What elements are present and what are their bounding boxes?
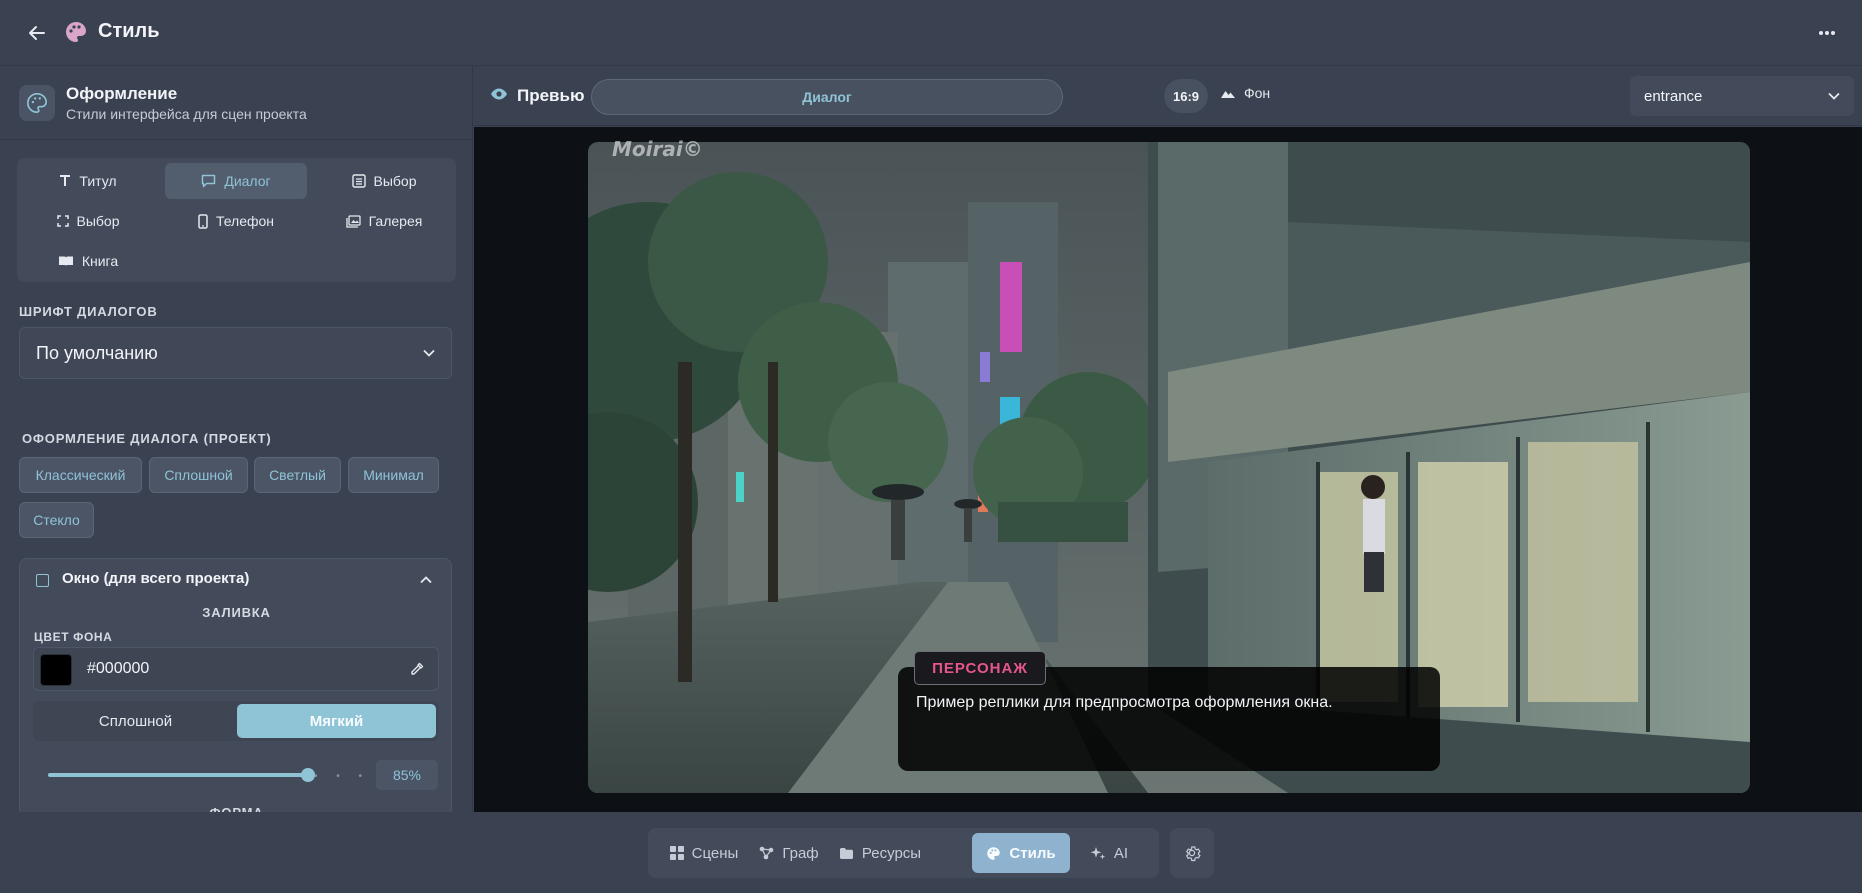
nav-label: Граф bbox=[782, 844, 819, 862]
tab-label: Галерея bbox=[368, 213, 423, 229]
focus-icon bbox=[56, 215, 69, 227]
book-icon bbox=[58, 256, 73, 266]
gear-icon bbox=[1185, 846, 1201, 862]
settings-button[interactable] bbox=[1170, 828, 1214, 878]
tab-label: Выбор bbox=[373, 173, 417, 189]
font-section-label: ШРИФТ ДИАЛОГОВ bbox=[19, 304, 158, 319]
preview-header: Превью Диалог 16:9 Фон entrance bbox=[474, 66, 1862, 126]
fill-mode-soft[interactable]: Мягкий bbox=[237, 704, 436, 738]
nav-ai[interactable]: AI bbox=[1078, 833, 1140, 873]
nav-graph[interactable]: Граф bbox=[754, 833, 824, 873]
text-icon bbox=[60, 175, 71, 186]
chevron-down-icon bbox=[1828, 92, 1840, 100]
sparkle-icon bbox=[1090, 847, 1106, 860]
palette-icon bbox=[64, 20, 90, 46]
aspect-ratio-button[interactable]: 16:9 bbox=[1164, 79, 1208, 113]
nav-label: AI bbox=[1113, 844, 1129, 862]
palette-icon bbox=[987, 846, 1001, 860]
dialog-line: Пример реплики для предпросмотра оформле… bbox=[916, 694, 1333, 711]
preset-light[interactable]: Светлый bbox=[254, 457, 341, 493]
slider-track bbox=[48, 773, 307, 777]
form-section-label: ФОРМА bbox=[0, 806, 473, 812]
collapse-button[interactable] bbox=[415, 569, 437, 591]
tab-label: Диалог bbox=[224, 173, 271, 189]
tab-title[interactable]: Титул bbox=[17, 163, 159, 199]
nav-label: Ресурсы bbox=[861, 844, 922, 862]
tab-dialog[interactable]: Диалог bbox=[165, 163, 307, 199]
nav-label: Стиль bbox=[1009, 844, 1056, 862]
tab-gallery[interactable]: Галерея bbox=[313, 203, 455, 239]
more-dots-icon bbox=[1819, 31, 1835, 35]
back-button[interactable] bbox=[22, 18, 52, 48]
phone-icon bbox=[198, 213, 208, 229]
nav-scenes[interactable]: Сцены bbox=[662, 833, 746, 873]
nav-resources[interactable]: Ресурсы bbox=[832, 833, 928, 873]
tab-label: Выбор bbox=[76, 213, 120, 229]
nav-label: Сцены bbox=[691, 844, 739, 862]
more-menu-button[interactable] bbox=[1812, 18, 1842, 48]
folder-icon bbox=[839, 848, 853, 859]
panel-title: Оформление bbox=[66, 84, 178, 103]
bottom-nav: Сцены Граф Ресурсы Стиль AI bbox=[648, 828, 1159, 878]
fill-section-label: ЗАЛИВКА bbox=[202, 605, 271, 620]
tab-label: Титул bbox=[79, 173, 117, 189]
tab-label: Книга bbox=[81, 253, 119, 269]
tab-label: Телефон bbox=[215, 213, 275, 229]
preset-glass[interactable]: Стекло bbox=[19, 502, 94, 538]
top-bar: Стиль bbox=[0, 0, 1862, 66]
dialog-font-value: По умолчанию bbox=[36, 342, 158, 363]
fill-mode-solid[interactable]: Сплошной bbox=[36, 704, 235, 738]
gallery-icon bbox=[345, 214, 361, 228]
watermark: Moirai© bbox=[612, 137, 703, 161]
tab-phone[interactable]: Телефон bbox=[165, 203, 307, 239]
slider-ticks: • • • bbox=[314, 771, 371, 782]
dialog-font-select[interactable]: По умолчанию bbox=[19, 327, 452, 379]
graph-icon bbox=[760, 846, 774, 860]
dialog-style-section-label: ОФОРМЛЕНИЕ ДИАЛОГА (ПРОЕКТ) bbox=[22, 431, 272, 446]
tab-choice-alt[interactable]: Выбор bbox=[17, 203, 159, 239]
panel-subtitle: Стили интерфейса для сцен проекта bbox=[66, 106, 307, 122]
fill-mode-toggle: Сплошной Мягкий bbox=[33, 701, 439, 741]
scene-select-value: entrance bbox=[1644, 87, 1703, 105]
mountain-icon bbox=[1221, 91, 1235, 98]
arrow-left-icon bbox=[29, 26, 45, 40]
background-toggle[interactable]: Фон bbox=[1220, 85, 1270, 101]
chat-icon bbox=[202, 174, 216, 188]
list-icon bbox=[351, 174, 366, 188]
nav-style[interactable]: Стиль bbox=[972, 833, 1070, 873]
preset-solid[interactable]: Сплошной bbox=[149, 457, 248, 493]
chevron-up-icon bbox=[420, 576, 432, 584]
opacity-value[interactable]: 85% bbox=[376, 760, 438, 790]
tab-book[interactable]: Книга bbox=[17, 243, 159, 279]
preview-label: Превью bbox=[517, 86, 585, 105]
slider-knob[interactable] bbox=[301, 768, 315, 782]
preset-minimal[interactable]: Минимал bbox=[348, 457, 439, 493]
color-swatch[interactable] bbox=[40, 654, 72, 686]
preset-classic[interactable]: Классический bbox=[19, 457, 142, 493]
bg-color-label: ЦВЕТ ФОНА bbox=[34, 630, 113, 644]
tab-choice[interactable]: Выбор bbox=[313, 163, 455, 199]
panel-header: Оформление Стили интерфейса для сцен про… bbox=[0, 66, 472, 140]
preview-mode-pill[interactable]: Диалог bbox=[591, 79, 1063, 115]
bg-color-value: #000000 bbox=[87, 660, 150, 677]
palette-icon bbox=[19, 85, 55, 121]
page-title: Стиль bbox=[98, 20, 160, 42]
scene-select[interactable]: entrance bbox=[1630, 76, 1854, 116]
grid-icon bbox=[669, 846, 684, 860]
chevron-down-icon bbox=[423, 349, 435, 357]
window-card-title: Окно (для всего проекта) bbox=[62, 570, 250, 587]
style-tabs: Титул Диалог Выбор Выбор Телефон Галерея… bbox=[17, 158, 456, 282]
speaker-name-tag: ПЕРСОНАЖ bbox=[914, 651, 1046, 685]
eye-icon bbox=[491, 88, 507, 100]
style-panel: Оформление Стили интерфейса для сцен про… bbox=[0, 66, 473, 812]
bg-color-field[interactable]: #000000 bbox=[33, 647, 439, 691]
eyedropper-icon bbox=[411, 662, 424, 675]
background-toggle-label: Фон bbox=[1244, 85, 1271, 101]
eyedropper-button[interactable] bbox=[406, 658, 428, 680]
window-checkbox[interactable] bbox=[36, 574, 49, 587]
